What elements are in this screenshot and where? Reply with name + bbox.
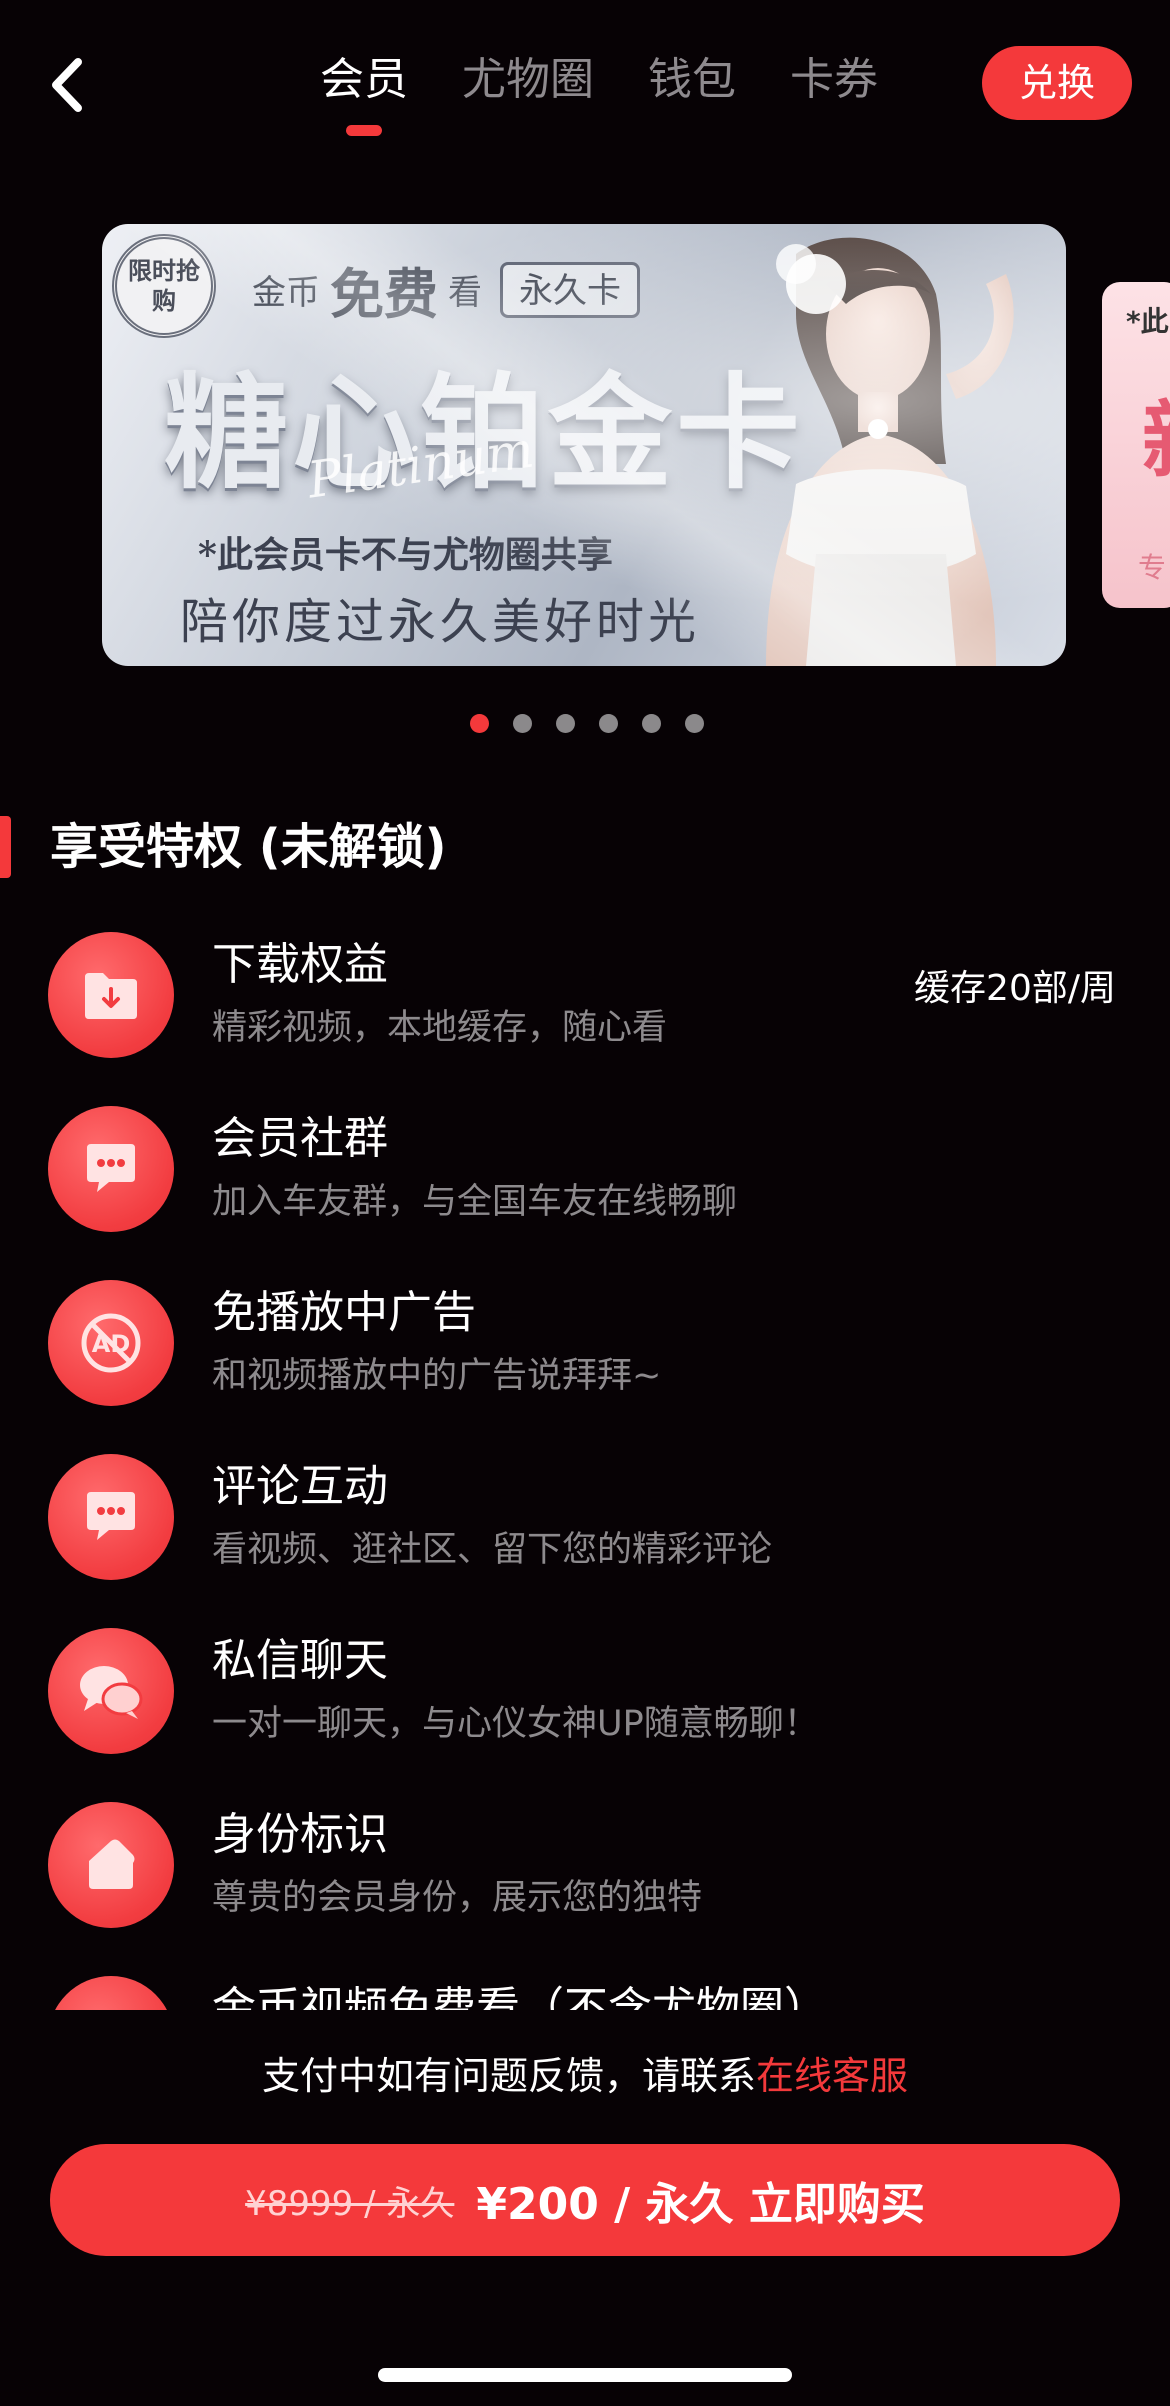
buy-now-button[interactable]: ¥8999 / 永久 ¥200 / 永久 立即购买: [50, 2144, 1120, 2256]
privilege-desc: 和视频播放中的广告说拜拜~: [212, 1356, 662, 1396]
tab-label: 尤物圈: [462, 54, 594, 105]
section-accent-bar: [0, 816, 11, 878]
tab-label: 钱包: [648, 54, 736, 105]
tab-wallet[interactable]: 钱包: [648, 40, 736, 120]
carousel-dot[interactable]: [470, 714, 489, 733]
banner-platinum-card[interactable]: 限时抢购 金币 免费 看 永久卡 糖心铂金卡 Platinum *此会员卡不与尤…: [102, 224, 1066, 666]
carousel-dots: [470, 714, 704, 733]
comment-bubble-icon: [48, 1454, 174, 1580]
identity-tag-icon: [48, 1802, 174, 1928]
list-item: 金币视频免费看（不含尤物圈）: [0, 1964, 1170, 2010]
banner-box-label: 永久卡: [500, 261, 640, 318]
privilege-desc: 看视频、逛社区、留下您的精彩评论: [212, 1530, 773, 1570]
home-indicator[interactable]: [378, 2368, 792, 2382]
tab-circle[interactable]: 尤物圈: [462, 40, 594, 120]
section-title: 享受特权 (未解锁): [50, 819, 447, 875]
list-item: 身份标识 尊贵的会员身份，展示您的独特: [0, 1790, 1170, 1964]
banner-headline: 金币 免费 看 永久卡: [252, 250, 640, 329]
privilege-name: 免播放中广告: [212, 1287, 476, 1338]
payment-support-text: 支付中如有问题反馈，请联系在线客服: [0, 2046, 1170, 2106]
coin-video-icon: [48, 1976, 174, 2010]
privilege-name: 会员社群: [212, 1113, 388, 1164]
carousel-dot[interactable]: [685, 714, 704, 733]
model-figure-illustration: [766, 237, 1014, 666]
banner-note: *此会员卡不与尤物圈共享: [198, 534, 613, 576]
privilege-quota: 缓存20部/周: [914, 968, 1116, 1009]
privilege-list: 下载权益 精彩视频，本地缓存，随心看 缓存20部/周 会员社群 加入车友群，与全…: [0, 920, 1170, 2010]
chat-bubble-icon: [48, 1106, 174, 1232]
buy-now-label: ¥200 / 永久 立即购买: [476, 2179, 925, 2230]
carousel-dot[interactable]: [556, 714, 575, 733]
privilege-name: 下载权益: [212, 939, 388, 990]
no-ads-icon: AD: [48, 1280, 174, 1406]
next-banner-text: 新: [1142, 374, 1170, 495]
membership-page: 会员 尤物圈 钱包 卡券 兑换 限时抢购 金币 免费 看 永久卡 糖心铂金卡 P…: [0, 0, 1170, 2406]
support-text: 支付中如有问题反馈，请联系: [261, 2054, 756, 2098]
tab-label: 会员: [320, 54, 408, 105]
tab-label: 卡券: [790, 54, 878, 105]
list-item: 下载权益 精彩视频，本地缓存，随心看 缓存20部/周: [0, 920, 1170, 1094]
banner-text: 看: [448, 273, 482, 313]
chevron-left-icon: [52, 58, 82, 112]
top-tabs: 会员 尤物圈 钱包 卡券: [320, 40, 878, 150]
privilege-desc: 尊贵的会员身份，展示您的独特: [212, 1878, 703, 1918]
privilege-desc: 一对一聊天，与心仪女神UP随意畅聊！: [212, 1704, 819, 1744]
list-item: 私信聊天 一对一聊天，与心仪女神UP随意畅聊！: [0, 1616, 1170, 1790]
svg-text:AD: AD: [92, 1330, 131, 1358]
private-chat-icon: [48, 1628, 174, 1754]
privilege-desc: 精彩视频，本地缓存，随心看: [212, 1008, 668, 1048]
next-banner-preview[interactable]: *此 新 专: [1102, 282, 1170, 608]
carousel-dot[interactable]: [642, 714, 661, 733]
privilege-name: 金币视频免费看（不含尤物圈）: [212, 1983, 828, 2010]
list-item: AD 免播放中广告 和视频播放中的广告说拜拜~: [0, 1268, 1170, 1442]
next-banner-text: *此: [1126, 305, 1169, 338]
banner-slogan: 陪你度过永久美好时光: [180, 594, 701, 650]
banner-text: 金币: [252, 273, 320, 313]
tab-coupons[interactable]: 卡券: [790, 40, 878, 120]
list-item: 会员社群 加入车友群，与全国车友在线畅聊: [0, 1094, 1170, 1268]
banner-text: 免费: [330, 262, 438, 326]
online-service-link[interactable]: 在线客服: [756, 2054, 908, 2098]
redeem-button[interactable]: 兑换: [982, 46, 1132, 120]
back-button[interactable]: [40, 50, 100, 120]
privilege-name: 身份标识: [212, 1809, 388, 1860]
next-banner-text: 专: [1138, 551, 1167, 584]
original-price: ¥8999 / 永久: [245, 2183, 455, 2224]
list-item: 评论互动 看视频、逛社区、留下您的精彩评论: [0, 1442, 1170, 1616]
download-folder-icon: [48, 932, 174, 1058]
privilege-name: 私信聊天: [212, 1635, 388, 1686]
carousel-dot[interactable]: [599, 714, 618, 733]
active-tab-indicator: [346, 125, 382, 136]
limited-time-badge: 限时抢购: [112, 234, 216, 338]
privilege-name: 评论互动: [212, 1461, 388, 1512]
tab-membership[interactable]: 会员: [320, 40, 408, 136]
privilege-desc: 加入车友群，与全国车友在线畅聊: [212, 1182, 738, 1222]
carousel-dot[interactable]: [513, 714, 532, 733]
